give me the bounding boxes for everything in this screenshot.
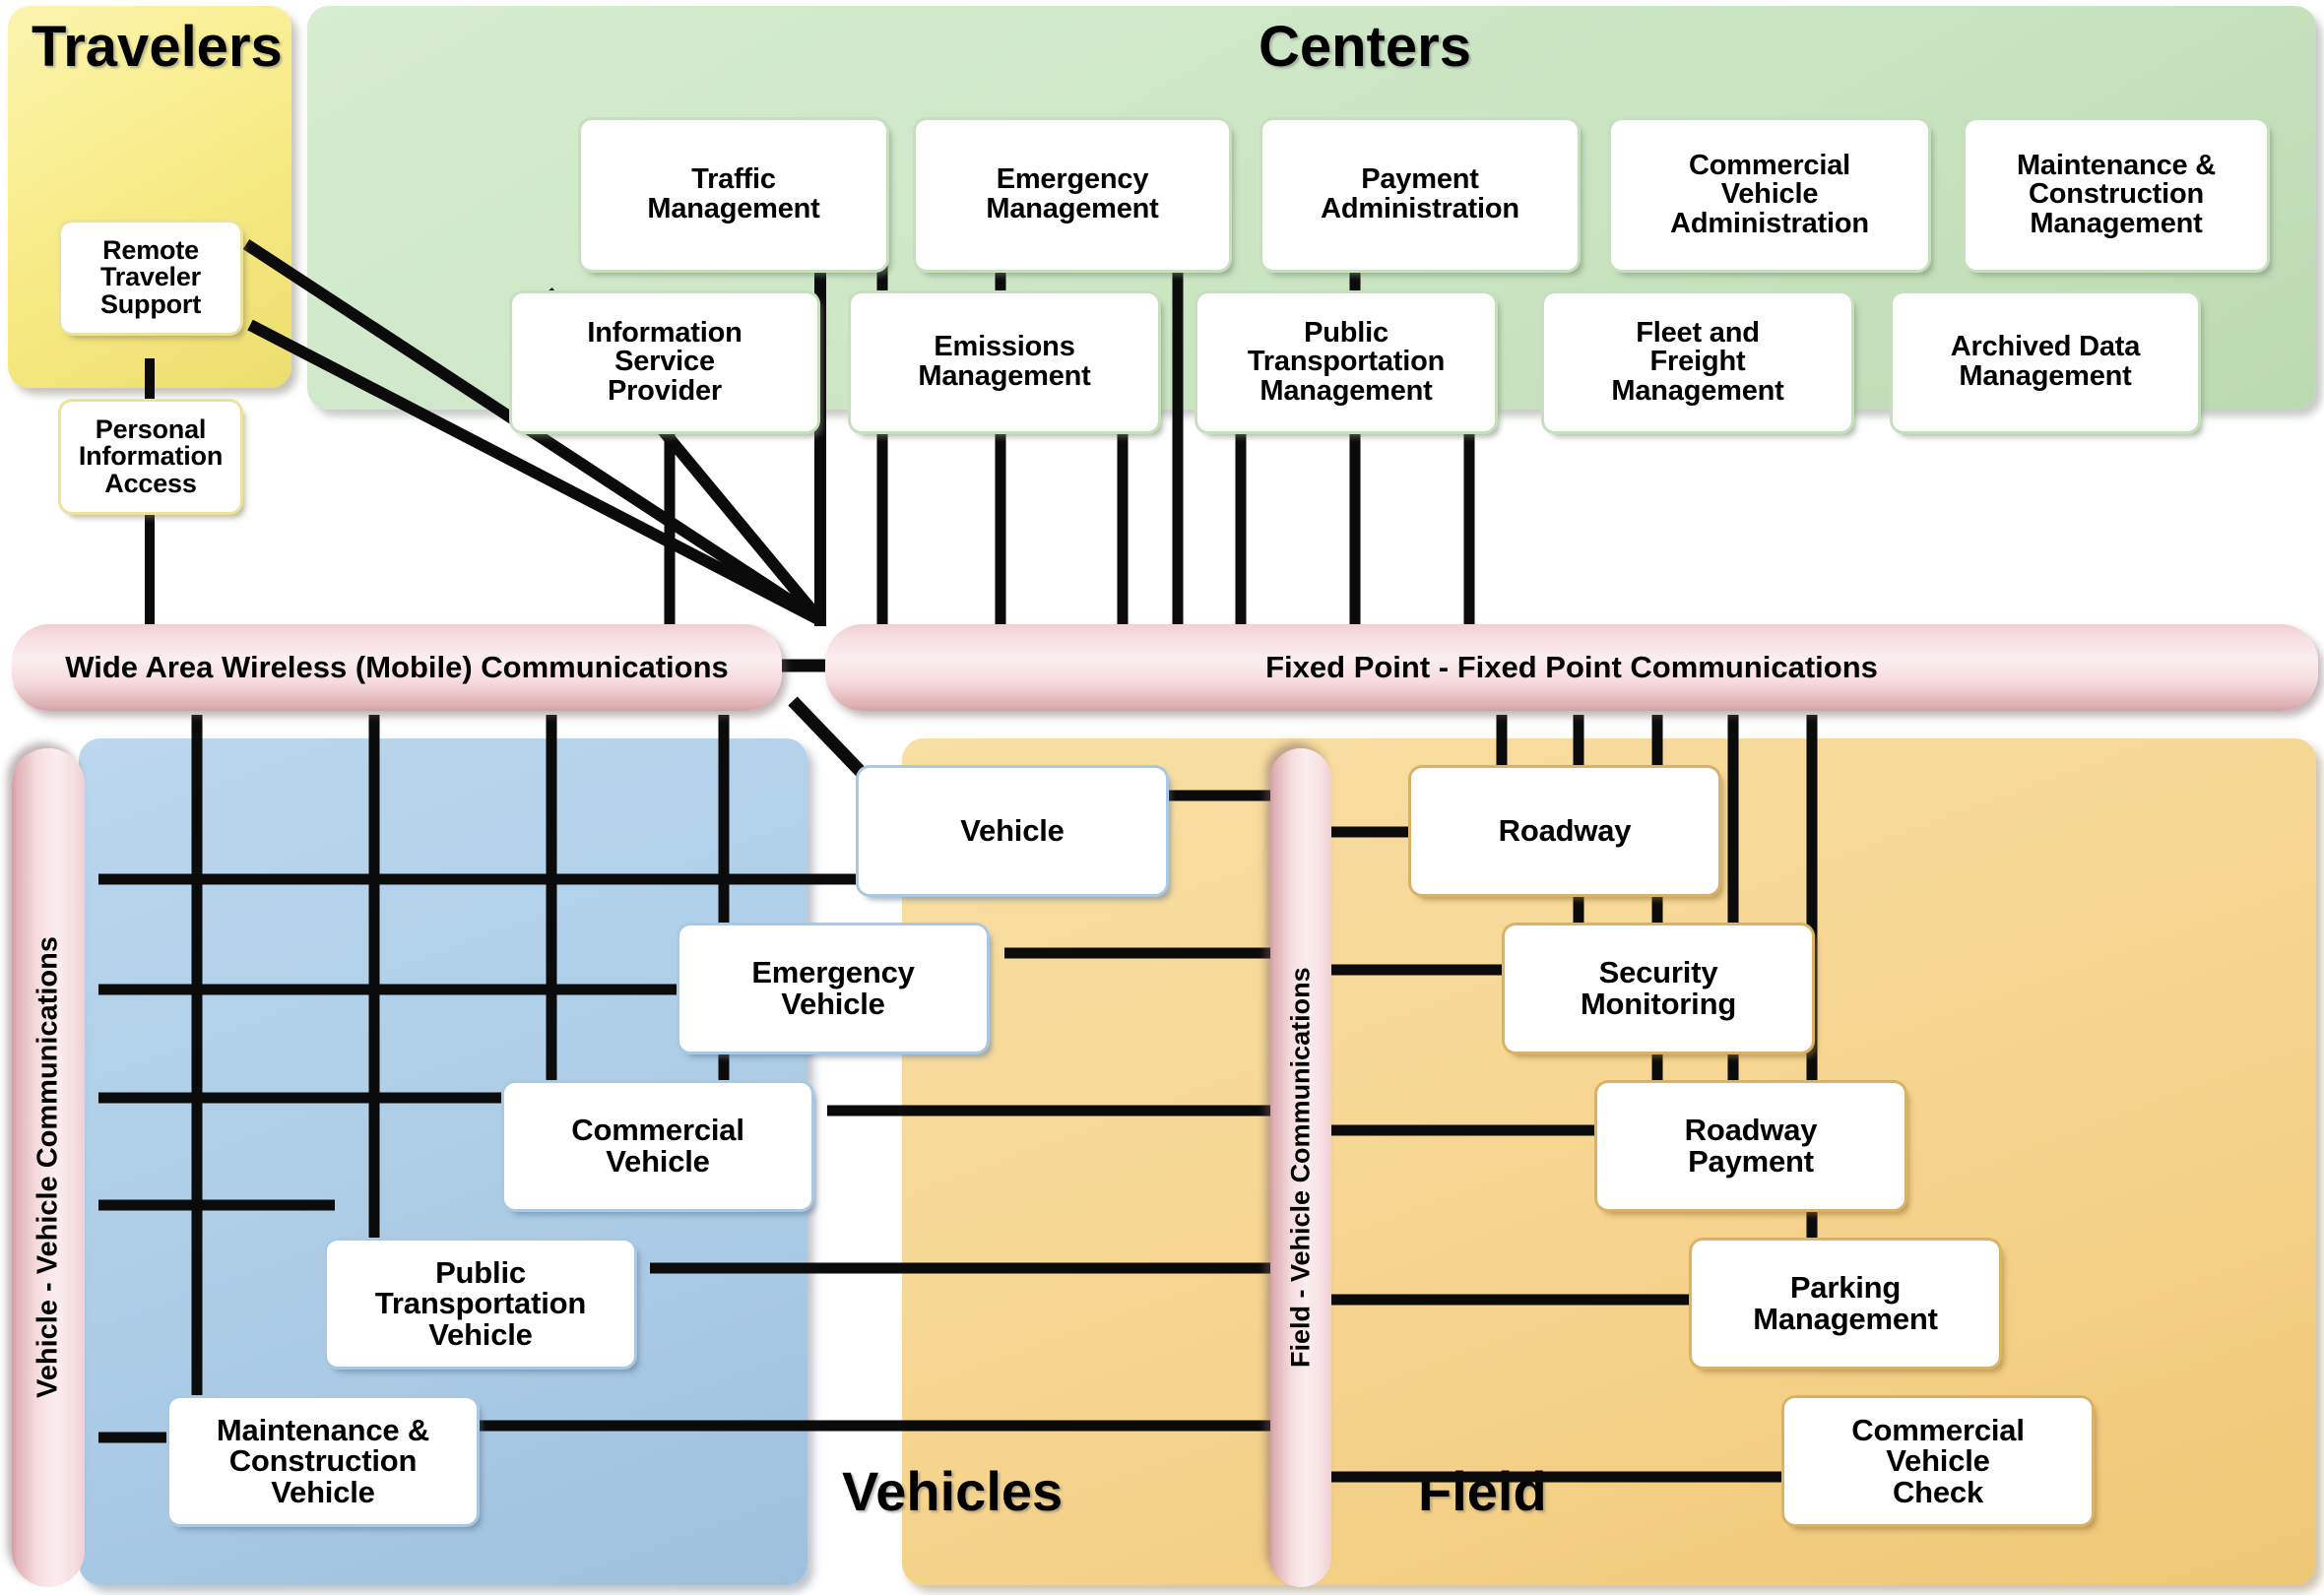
entity-vehicle[interactable]: Vehicle xyxy=(859,768,1166,894)
entity-fleet-and-freight-management[interactable]: Fleet and Freight Management xyxy=(1544,293,1851,431)
entity-boxes: Remote Traveler Support Personal Informa… xyxy=(0,0,2324,1595)
entity-public-transportation-management[interactable]: Public Transportation Management xyxy=(1197,293,1495,431)
entity-emergency-vehicle[interactable]: Emergency Vehicle xyxy=(679,925,987,1052)
entity-public-transportation-vehicle[interactable]: Public Transportation Vehicle xyxy=(327,1241,634,1367)
entity-emissions-management[interactable]: Emissions Management xyxy=(851,293,1158,431)
entity-parking-management[interactable]: Parking Management xyxy=(1692,1241,1999,1367)
entity-archived-data-management[interactable]: Archived Data Management xyxy=(1893,293,2198,431)
entity-roadway-payment[interactable]: Roadway Payment xyxy=(1597,1083,1904,1209)
entity-roadway[interactable]: Roadway xyxy=(1411,768,1718,894)
entity-commercial-vehicle-administration[interactable]: Commercial Vehicle Administration xyxy=(1611,120,1928,270)
entity-commercial-vehicle[interactable]: Commercial Vehicle xyxy=(504,1083,811,1209)
entity-maintenance-construction-vehicle[interactable]: Maintenance & Construction Vehicle xyxy=(169,1398,477,1524)
entity-payment-administration[interactable]: Payment Administration xyxy=(1262,120,1578,270)
entity-traffic-management[interactable]: Traffic Management xyxy=(581,120,886,270)
entity-information-service-provider[interactable]: Information Service Provider xyxy=(512,293,817,431)
entity-commercial-vehicle-check[interactable]: Commercial Vehicle Check xyxy=(1784,1398,2092,1524)
its-architecture-diagram: Travelers Centers Vehicles Field Remote … xyxy=(0,0,2324,1595)
entity-emergency-management[interactable]: Emergency Management xyxy=(916,120,1229,270)
entity-personal-information-access[interactable]: Personal Information Access xyxy=(61,402,240,512)
entity-remote-traveler-support[interactable]: Remote Traveler Support xyxy=(61,223,240,333)
entity-maintenance-construction-management[interactable]: Maintenance & Construction Management xyxy=(1966,120,2267,270)
entity-security-monitoring[interactable]: Security Monitoring xyxy=(1505,925,1812,1052)
